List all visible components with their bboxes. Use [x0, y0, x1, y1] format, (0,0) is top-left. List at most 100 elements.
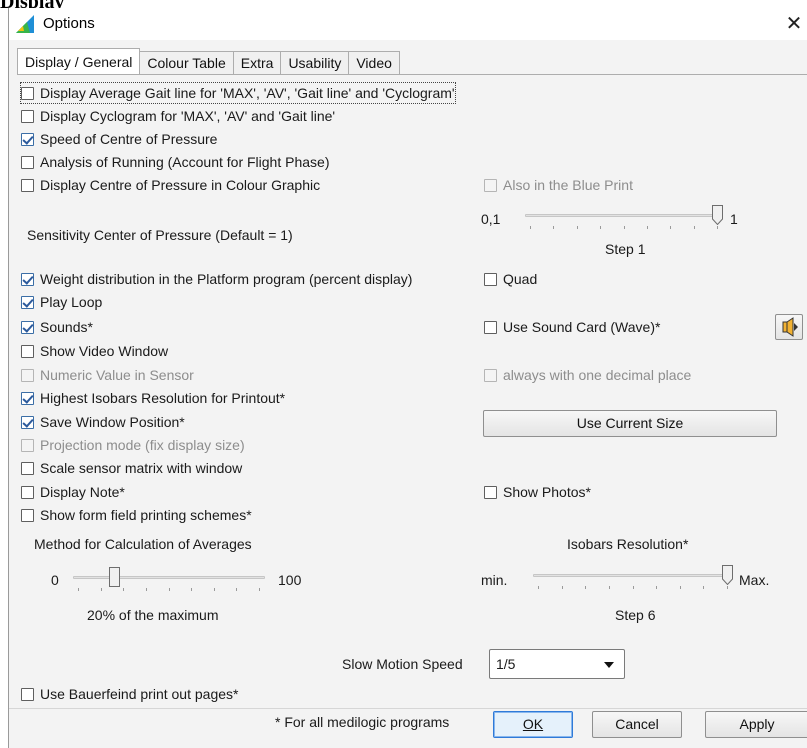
slider-tick: [585, 586, 586, 589]
speed-cop-checkbox[interactable]: Speed of Centre of Pressure: [21, 129, 217, 149]
checkbox-label: Display Average Gait line for 'MAX', 'AV…: [40, 85, 455, 101]
page-heading: Display: [0, 0, 200, 8]
slider-tick: [647, 226, 648, 229]
checkbox-label: Speed of Centre of Pressure: [40, 131, 218, 147]
slider-tick: [670, 226, 671, 229]
display-general-panel: Display Average Gait line for 'MAX', 'AV…: [17, 75, 807, 748]
slow-motion-label: Slow Motion Speed: [342, 656, 463, 672]
averages-min-label: 0: [51, 572, 59, 588]
title-bar: Options ✕: [9, 8, 807, 40]
isobars-slider[interactable]: [533, 565, 733, 589]
slider-thumb[interactable]: [109, 567, 120, 587]
save-window-checkbox[interactable]: Save Window Position*: [21, 412, 185, 432]
checkbox-box: [21, 485, 34, 499]
sound-test-button[interactable]: [775, 314, 803, 340]
cop-sensitivity-slider[interactable]: [525, 205, 723, 229]
play-loop-checkbox[interactable]: Play Loop: [21, 292, 102, 312]
cyclogram-checkbox[interactable]: Display Cyclogram for 'MAX', 'AV' and 'G…: [21, 106, 335, 126]
close-button[interactable]: ✕: [780, 8, 807, 40]
tab-display-general[interactable]: Display / General: [17, 48, 141, 74]
checkbox-label: Use Sound Card (Wave)*: [503, 319, 661, 335]
blue-print-checkbox[interactable]: Also in the Blue Print: [484, 175, 633, 195]
speaker-icon: [782, 317, 798, 337]
cop-slider-max-label: 1: [730, 211, 738, 227]
checkbox-box: [21, 368, 34, 382]
slider-tick: [562, 586, 563, 589]
checkbox-label: always with one decimal place: [503, 367, 692, 383]
options-dialog: Options ✕ Display / General Colour Table…: [8, 8, 807, 748]
slider-tick: [656, 586, 657, 589]
checkbox-label: Display Cyclogram for 'MAX', 'AV' and 'G…: [40, 108, 336, 124]
checkbox-box: [484, 485, 497, 499]
form-field-checkbox[interactable]: Show form field printing schemes*: [21, 505, 252, 525]
cop-colour-checkbox[interactable]: Display Centre of Pressure in Colour Gra…: [21, 175, 320, 195]
numeric-value-checkbox[interactable]: Numeric Value in Sensor: [21, 365, 194, 385]
slider-tick: [600, 226, 601, 229]
sound-card-checkbox[interactable]: Use Sound Card (Wave)*: [484, 317, 660, 337]
checkbox-box: [21, 155, 34, 169]
checkbox-box: [21, 461, 34, 475]
avg-gait-line-checkbox[interactable]: Display Average Gait line for 'MAX', 'AV…: [20, 82, 456, 104]
tab-strip: Display / General Colour Table Extra Usa…: [17, 48, 400, 74]
checkbox-box: [484, 368, 497, 382]
slider-tick: [577, 226, 578, 229]
checkbox-label: Also in the Blue Print: [503, 177, 633, 193]
tab-colour-table[interactable]: Colour Table: [139, 51, 234, 74]
cancel-button[interactable]: Cancel: [592, 711, 682, 738]
slider-thumb[interactable]: [712, 205, 723, 225]
quad-checkbox[interactable]: Quad: [484, 269, 537, 289]
app-icon: [16, 15, 34, 33]
display-note-checkbox[interactable]: Display Note*: [21, 482, 125, 502]
slider-tick: [123, 588, 124, 591]
use-current-size-button[interactable]: Use Current Size: [483, 410, 777, 437]
slider-tick: [680, 586, 681, 589]
slider-tick: [717, 226, 718, 229]
checkbox-box: [21, 272, 34, 286]
slider-thumb[interactable]: [722, 565, 733, 585]
checkbox-box: [21, 344, 34, 358]
averages-max-label: 100: [278, 572, 302, 588]
bauerfeind-checkbox[interactable]: Use Bauerfeind print out pages*: [21, 684, 238, 704]
slider-tick: [78, 588, 79, 591]
slow-motion-value: 1/5: [496, 656, 516, 672]
averages-title: Method for Calculation of Averages: [34, 536, 252, 552]
isobars-title: Isobars Resolution*: [567, 536, 689, 552]
checkbox-label: Quad: [503, 271, 538, 287]
isobars-printout-checkbox[interactable]: Highest Isobars Resolution for Printout*: [21, 388, 285, 408]
projection-mode-checkbox[interactable]: Projection mode (fix display size): [21, 435, 245, 455]
ok-label: OK: [522, 716, 544, 732]
slider-tick: [624, 226, 625, 229]
checkbox-box: [21, 320, 34, 334]
tab-video[interactable]: Video: [348, 51, 400, 74]
show-photos-checkbox[interactable]: Show Photos*: [484, 482, 591, 502]
slow-motion-select[interactable]: 1/5: [489, 649, 625, 679]
cop-slider-min-label: 0,1: [481, 211, 501, 227]
cop-step-label: Step 1: [605, 241, 646, 257]
footer-divider: [9, 708, 807, 709]
checkbox-label: Analysis of Running (Account for Flight …: [40, 154, 330, 170]
weight-distribution-checkbox[interactable]: Weight distribution in the Platform prog…: [21, 269, 412, 289]
checkbox-box: [21, 109, 34, 123]
checkbox-label: Display Note*: [40, 484, 125, 500]
checkbox-label: Use Bauerfeind print out pages*: [40, 686, 239, 702]
checkbox-label: Scale sensor matrix with window: [40, 460, 243, 476]
video-window-checkbox[interactable]: Show Video Window: [21, 341, 168, 361]
averages-slider[interactable]: [73, 567, 265, 591]
tab-usability[interactable]: Usability: [280, 51, 350, 74]
checkbox-box: [484, 320, 497, 334]
isobars-max-label: Max.: [739, 572, 770, 588]
apply-button[interactable]: Apply: [705, 711, 807, 738]
checkbox-box: [21, 295, 34, 309]
ok-button[interactable]: OK: [493, 711, 573, 738]
sounds-checkbox[interactable]: Sounds*: [21, 317, 93, 337]
one-decimal-checkbox[interactable]: always with one decimal place: [484, 365, 691, 385]
scale-matrix-checkbox[interactable]: Scale sensor matrix with window: [21, 458, 242, 478]
slider-tick: [530, 226, 531, 229]
slider-tick: [236, 588, 237, 591]
footer-note: * For all medilogic programs: [275, 714, 450, 730]
tab-extra[interactable]: Extra: [232, 51, 282, 74]
checkbox-box: [484, 178, 497, 192]
running-checkbox[interactable]: Analysis of Running (Account for Flight …: [21, 152, 329, 172]
checkbox-label: Projection mode (fix display size): [40, 437, 245, 453]
checkbox-label: Sounds*: [40, 319, 93, 335]
